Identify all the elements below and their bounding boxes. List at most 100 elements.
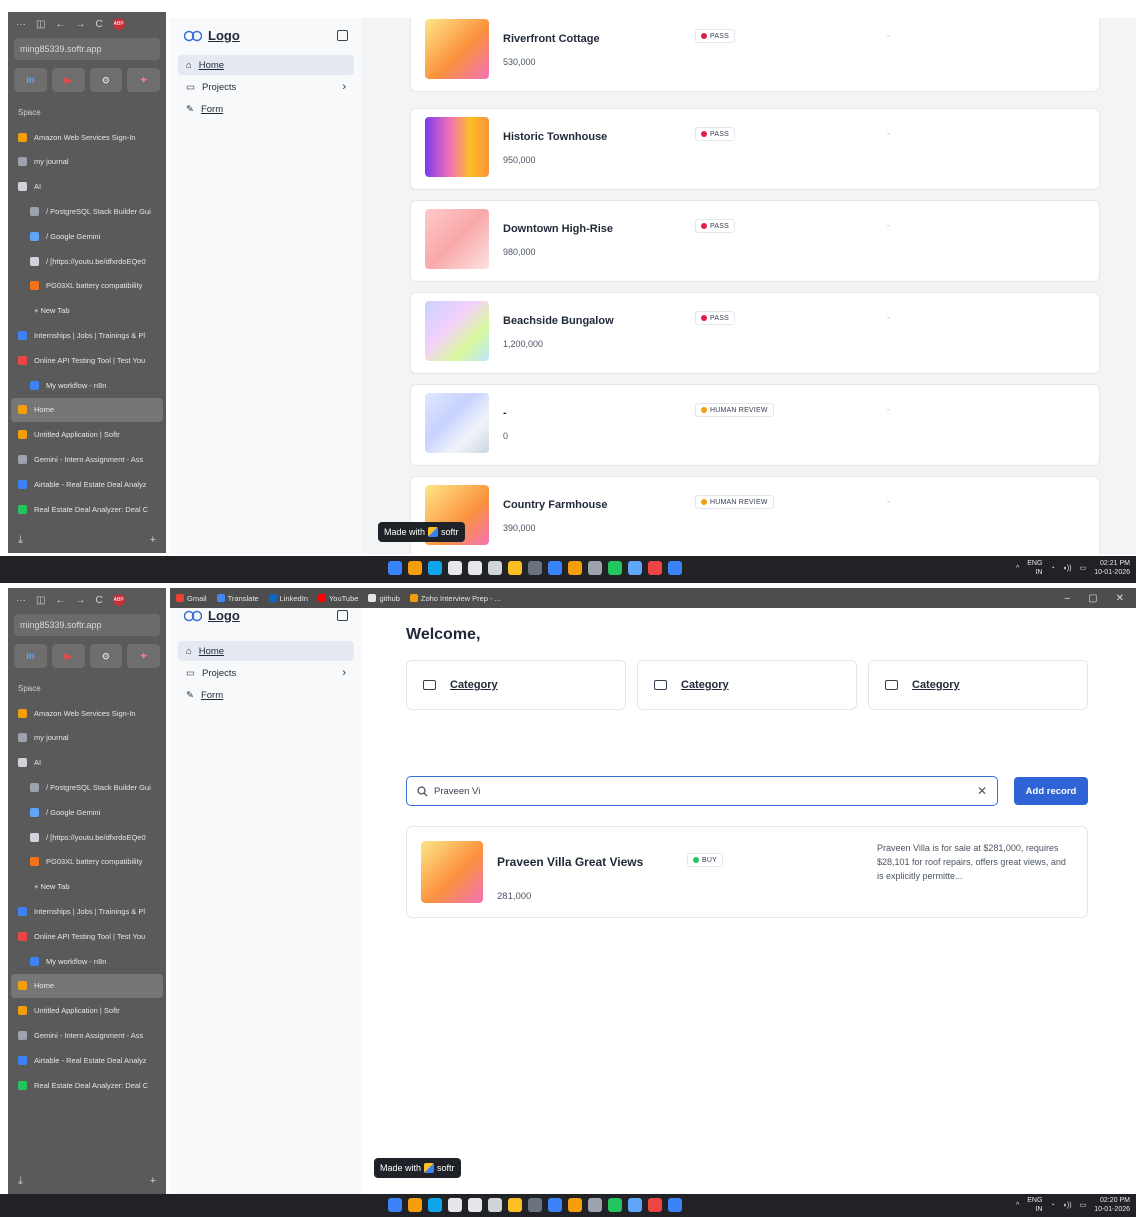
add-icon[interactable]: + — [150, 1175, 156, 1188]
minimize-icon[interactable]: – — [1065, 593, 1071, 604]
listing-card[interactable]: Downtown High-Rise 980,000 PASS - — [410, 200, 1100, 282]
category-link[interactable]: Category — [450, 679, 498, 691]
browser-tab-item[interactable]: Gemini - Intern Assignment - Ass — [8, 1023, 166, 1048]
browser-tab-item[interactable]: Untitled Application | Softr — [8, 422, 166, 447]
taskbar-app-icon[interactable] — [508, 1198, 522, 1212]
logo-link[interactable]: Logo — [208, 608, 240, 623]
browser-tab-item[interactable]: Internships | Jobs | Trainings & Pl — [8, 323, 166, 348]
browser-tab-item[interactable]: Home — [11, 397, 163, 423]
volume-icon[interactable]: ◖)) — [1063, 565, 1072, 572]
taskbar-app-icon[interactable] — [648, 561, 662, 575]
battery-icon[interactable]: ▭ — [1080, 1201, 1087, 1209]
wifi-icon[interactable]: ◔ — [1050, 565, 1054, 572]
taskbar-app-icon[interactable] — [408, 561, 422, 575]
taskbar-app-icon[interactable] — [468, 1198, 482, 1212]
browser-tab-item[interactable]: AI — [8, 750, 166, 775]
nav-item-form[interactable]: ✎ Form — [178, 99, 354, 119]
browser-tab-item[interactable]: Airtable - Real Estate Deal Analyz — [8, 472, 166, 497]
taskbar-app-icon[interactable] — [668, 561, 682, 575]
taskbar-app-icon[interactable] — [388, 561, 402, 575]
back-icon[interactable]: ← — [55, 19, 65, 30]
made-with-softr-badge[interactable]: Made with softr — [378, 522, 465, 542]
search-input[interactable]: Praveen Vi ✕ — [406, 776, 998, 806]
add-record-button[interactable]: Add record — [1014, 777, 1088, 805]
logo-link[interactable]: Logo — [208, 28, 240, 43]
taskbar-app-icon[interactable] — [388, 1198, 402, 1212]
address-bar[interactable]: ming85339.softr.app — [14, 614, 160, 636]
nav-item-form[interactable]: ✎ Form — [178, 685, 354, 705]
sidebar-toggle-icon[interactable]: ◫ — [36, 595, 45, 606]
adblock-icon[interactable]: ABP — [112, 594, 125, 606]
battery-icon[interactable]: ▭ — [1080, 564, 1087, 572]
download-icon[interactable]: ⤓ — [18, 1175, 23, 1188]
taskbar-app-icon[interactable] — [588, 561, 602, 575]
clear-search-icon[interactable]: ✕ — [977, 784, 987, 798]
clock[interactable]: 02:21 PM 10-01-2026 — [1094, 559, 1130, 577]
nav-item-projects[interactable]: ▭ Projects › — [178, 77, 354, 97]
clock[interactable]: 02:20 PM 10-01-2026 — [1094, 1196, 1130, 1214]
category-link[interactable]: Category — [681, 679, 729, 691]
sidebar-toggle-icon[interactable]: ◫ — [36, 19, 45, 30]
listing-card[interactable]: Country Farmhouse 390,000 HUMAN REVIEW - — [410, 476, 1100, 554]
taskbar-app-icon[interactable] — [488, 1198, 502, 1212]
maximize-icon[interactable]: ▢ — [1088, 593, 1097, 604]
add-icon[interactable]: + — [150, 534, 156, 547]
forward-icon[interactable]: → — [75, 19, 85, 30]
bookmark-item[interactable]: YouTube — [317, 594, 358, 603]
bookmark-item[interactable]: Zoho Interview Prep - ... — [409, 594, 501, 603]
listing-card[interactable]: - 0 HUMAN REVIEW - — [410, 384, 1100, 466]
category-card[interactable]: Category — [637, 660, 857, 710]
browser-tab-item[interactable]: PG03XL battery compatibility — [8, 274, 166, 299]
extension-favorite[interactable]: ✦ — [127, 68, 160, 92]
category-card[interactable]: Category — [406, 660, 626, 710]
made-with-softr-badge[interactable]: Made with softr — [374, 1158, 461, 1178]
download-icon[interactable]: ⤓ — [18, 534, 23, 547]
browser-tab-item[interactable]: / [https://youtu.be/dfxrdoEQe0 — [8, 249, 166, 274]
browser-tab-item[interactable]: Home — [11, 973, 163, 999]
taskbar-app-icon[interactable] — [608, 561, 622, 575]
adblock-icon[interactable]: ABP — [112, 18, 125, 30]
listing-card[interactable]: Riverfront Cottage 530,000 PASS - — [410, 18, 1100, 92]
taskbar-app-icon[interactable] — [588, 1198, 602, 1212]
close-icon[interactable]: ✕ — [1116, 593, 1124, 604]
volume-icon[interactable]: ◖)) — [1063, 1202, 1072, 1209]
browser-tab-item[interactable]: Real Estate Deal Analyzer: Deal C — [8, 497, 166, 522]
taskbar-app-icon[interactable] — [428, 1198, 442, 1212]
taskbar-app-icon[interactable] — [568, 1198, 582, 1212]
browser-tab-item[interactable]: My workflow - n8n — [8, 373, 166, 398]
browser-tab-item[interactable]: / Google Gemini — [8, 224, 166, 249]
taskbar-app-icon[interactable] — [448, 1198, 462, 1212]
listing-card[interactable]: Beachside Bungalow 1,200,000 PASS - — [410, 292, 1100, 374]
browser-tab-item[interactable]: / PostgreSQL Stack Builder Gui — [8, 199, 166, 224]
taskbar-app-icon[interactable] — [528, 561, 542, 575]
taskbar-app-icon[interactable] — [528, 1198, 542, 1212]
browser-tab-item[interactable]: Real Estate Deal Analyzer: Deal C — [8, 1073, 166, 1098]
browser-tab-item[interactable]: + New Tab — [8, 874, 166, 899]
browser-tab-item[interactable]: Online API Testing Tool | Test You — [8, 924, 166, 949]
bookmark-item[interactable]: Translate — [216, 594, 259, 603]
wifi-icon[interactable]: ◔ — [1050, 1202, 1054, 1209]
nav-item-projects[interactable]: ▭ Projects › — [178, 663, 354, 683]
browser-tab-item[interactable]: Airtable - Real Estate Deal Analyz — [8, 1048, 166, 1073]
bookmark-item[interactable]: Gmail — [176, 594, 207, 603]
browser-tab-item[interactable]: + New Tab — [8, 298, 166, 323]
taskbar-app-icon[interactable] — [668, 1198, 682, 1212]
address-bar[interactable]: ming85339.softr.app — [14, 38, 160, 60]
result-card[interactable]: Praveen Villa Great Views 281,000 BUY Pr… — [406, 826, 1088, 918]
browser-tab-item[interactable]: / Google Gemini — [8, 800, 166, 825]
taskbar-app-icon[interactable] — [628, 1198, 642, 1212]
reload-icon[interactable]: C — [95, 595, 102, 606]
language-indicator[interactable]: ENG IN — [1027, 559, 1042, 577]
youtube-favorite[interactable]: ▶ — [51, 644, 85, 668]
bookmark-item[interactable]: github — [368, 594, 400, 603]
taskbar-app-icon[interactable] — [568, 561, 582, 575]
browser-tab-item[interactable]: Amazon Web Services Sign-In — [8, 701, 166, 726]
browser-tab-item[interactable]: Internships | Jobs | Trainings & Pl — [8, 899, 166, 924]
taskbar-app-icon[interactable] — [548, 561, 562, 575]
browser-tab-item[interactable]: Untitled Application | Softr — [8, 998, 166, 1023]
back-icon[interactable]: ← — [55, 595, 65, 606]
github-favorite[interactable]: ⊙ — [89, 68, 123, 92]
taskbar-app-icon[interactable] — [648, 1198, 662, 1212]
browser-tab-item[interactable]: My workflow - n8n — [8, 949, 166, 974]
taskbar-app-icon[interactable] — [408, 1198, 422, 1212]
